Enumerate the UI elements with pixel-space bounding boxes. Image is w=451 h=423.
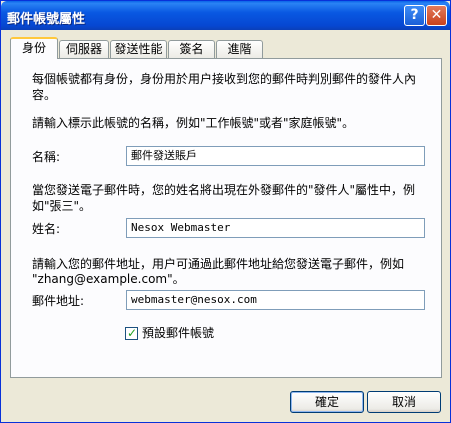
tab-advanced[interactable]: 進階	[216, 40, 263, 58]
tab-signature[interactable]: 簽名	[168, 40, 215, 58]
intro-text-line1: 每個帳號都有身份，身份用於用户接收到您的郵件時判別郵件的發件人內	[32, 72, 417, 86]
default-account-label[interactable]: 預設郵件帳號	[142, 325, 214, 341]
tab-send-performance[interactable]: 發送性能	[110, 40, 167, 58]
ok-button[interactable]: 確定	[290, 391, 364, 413]
cancel-button[interactable]: 取消	[367, 391, 441, 413]
account-name-input[interactable]: 郵件發送賬戶	[126, 146, 425, 166]
sender-hint-line2: 如"張三"。	[32, 199, 92, 213]
title-bar[interactable]: 郵件帳號屬性 ? ✕	[1, 1, 450, 30]
full-name-label: 姓名:	[32, 222, 61, 236]
close-button[interactable]: ✕	[426, 5, 447, 26]
email-hint-line2: "zhang@example.com"。	[32, 272, 185, 286]
checkmark-icon: ✓	[127, 326, 138, 340]
email-input[interactable]: webmaster@nesox.com	[126, 290, 425, 310]
intro-text-line2: 容。	[32, 88, 57, 102]
sender-hint-line1: 當您發送電子郵件時，您的姓名將出現在外發郵件的"發件人"屬性中，例	[32, 183, 416, 197]
email-label: 郵件地址:	[32, 294, 85, 308]
email-hint-line1: 請輸入您的郵件地址，用户可通過此郵件地址給您發送電子郵件，例如	[32, 257, 405, 271]
full-name-input[interactable]: Nesox Webmaster	[126, 218, 425, 238]
window-title: 郵件帳號屬性	[7, 12, 86, 27]
tab-servers[interactable]: 伺服器	[59, 40, 109, 58]
identity-panel: 每個帳號都有身份，身份用於用户接收到您的郵件時判別郵件的發件人內 容。 請輸入標…	[10, 58, 442, 378]
account-properties-dialog: 郵件帳號屬性 ? ✕ 身份 伺服器 發送性能 簽名 進階 每個帳號都有身份，身份…	[0, 0, 451, 423]
account-name-label: 名稱:	[32, 150, 61, 164]
name-prompt-text: 請輸入標示此帳號的名稱，例如"工作帳號"或者"家庭帳號"。	[32, 116, 355, 130]
help-button[interactable]: ?	[404, 5, 425, 26]
tab-identity[interactable]: 身份	[10, 37, 58, 59]
default-account-checkbox[interactable]: ✓	[125, 326, 138, 340]
